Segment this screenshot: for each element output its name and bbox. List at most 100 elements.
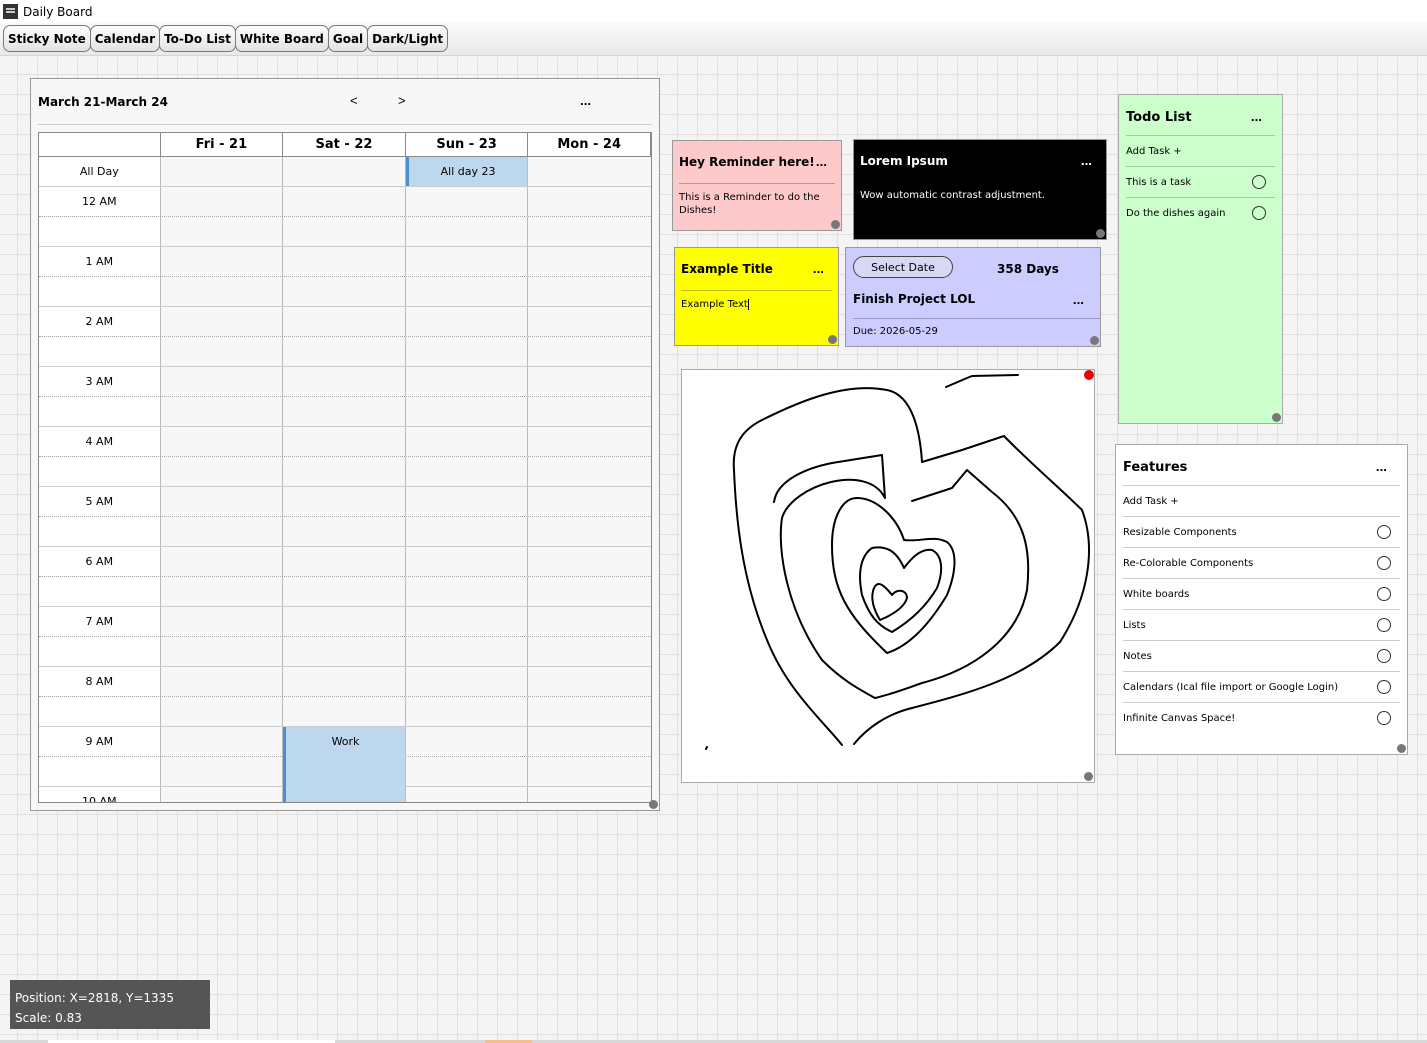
time-slot[interactable] bbox=[161, 607, 284, 636]
sticky-note-lorem[interactable]: Lorem Ipsum ... Wow automatic contrast a… bbox=[853, 139, 1107, 240]
time-slot[interactable] bbox=[283, 547, 406, 576]
todo-list-button[interactable]: To-Do List bbox=[159, 25, 236, 52]
time-slot[interactable] bbox=[161, 787, 284, 802]
time-slot[interactable] bbox=[406, 307, 529, 336]
goal-title[interactable]: Finish Project LOL bbox=[853, 292, 975, 306]
time-slot[interactable] bbox=[283, 517, 406, 546]
time-slot[interactable] bbox=[283, 667, 406, 696]
resize-handle[interactable] bbox=[828, 335, 837, 344]
resize-handle[interactable] bbox=[1397, 744, 1406, 753]
time-slot[interactable] bbox=[161, 397, 284, 426]
time-slot[interactable] bbox=[161, 667, 284, 696]
time-slot[interactable] bbox=[161, 277, 284, 306]
time-slot[interactable]: Work bbox=[283, 727, 406, 802]
time-slot[interactable] bbox=[283, 337, 406, 366]
note-menu-button[interactable]: ... bbox=[816, 154, 827, 169]
note-body[interactable]: Wow automatic contrast adjustment. bbox=[860, 189, 1088, 202]
note-title[interactable]: Lorem Ipsum bbox=[860, 154, 948, 168]
sticky-note-button[interactable]: Sticky Note bbox=[3, 25, 91, 52]
calendar-prev-button[interactable]: < bbox=[350, 93, 358, 108]
time-slot[interactable] bbox=[161, 517, 284, 546]
time-slot[interactable] bbox=[161, 367, 284, 396]
time-slot[interactable] bbox=[406, 547, 529, 576]
time-slot[interactable]: All day 23 bbox=[405, 157, 529, 186]
time-slot[interactable] bbox=[283, 247, 406, 276]
select-date-button[interactable]: Select Date bbox=[853, 256, 953, 278]
time-slot[interactable] bbox=[161, 727, 284, 756]
calendar-event[interactable]: All day 23 bbox=[405, 157, 528, 186]
time-slot[interactable] bbox=[283, 427, 406, 456]
whiteboard-color-dot[interactable] bbox=[1084, 370, 1094, 380]
time-slot[interactable] bbox=[406, 427, 529, 456]
resize-handle[interactable] bbox=[1090, 336, 1099, 345]
note-menu-button[interactable]: ... bbox=[813, 261, 824, 276]
task-checkbox[interactable] bbox=[1377, 556, 1391, 570]
time-slot[interactable] bbox=[283, 187, 406, 216]
calendar-button[interactable]: Calendar bbox=[89, 25, 161, 52]
time-slot[interactable] bbox=[528, 277, 651, 306]
calendar-next-button[interactable]: > bbox=[398, 93, 406, 108]
time-slot[interactable] bbox=[283, 367, 406, 396]
task-checkbox[interactable] bbox=[1252, 206, 1266, 220]
resize-handle[interactable] bbox=[831, 220, 840, 229]
time-slot[interactable] bbox=[528, 427, 651, 456]
note-menu-button[interactable]: ... bbox=[1081, 153, 1092, 168]
sticky-note-example[interactable]: Example Title ... Example Text bbox=[674, 247, 839, 346]
time-slot[interactable] bbox=[161, 457, 284, 486]
sticky-note-reminder[interactable]: Hey Reminder here! ... This is a Reminde… bbox=[672, 140, 842, 231]
time-slot[interactable] bbox=[283, 637, 406, 666]
time-slot[interactable] bbox=[528, 187, 651, 216]
task-checkbox[interactable] bbox=[1377, 525, 1391, 539]
time-slot[interactable] bbox=[528, 517, 651, 546]
add-task-button[interactable]: Add Task + bbox=[1126, 135, 1275, 166]
time-slot[interactable] bbox=[283, 307, 406, 336]
time-slot[interactable] bbox=[406, 457, 529, 486]
time-slot[interactable] bbox=[406, 397, 529, 426]
time-slot[interactable] bbox=[528, 397, 651, 426]
resize-handle[interactable] bbox=[1096, 229, 1105, 238]
time-slot[interactable] bbox=[406, 757, 529, 786]
time-slot[interactable] bbox=[406, 367, 529, 396]
time-slot[interactable] bbox=[161, 577, 284, 606]
time-slot[interactable] bbox=[406, 667, 529, 696]
time-slot[interactable] bbox=[406, 517, 529, 546]
task-checkbox[interactable] bbox=[1252, 175, 1266, 189]
note-body[interactable]: This is a Reminder to do the Dishes! bbox=[679, 191, 823, 217]
time-slot[interactable] bbox=[283, 157, 406, 186]
time-slot[interactable] bbox=[528, 697, 651, 726]
time-slot[interactable] bbox=[161, 187, 284, 216]
time-slot[interactable] bbox=[528, 487, 651, 516]
whiteboard[interactable] bbox=[681, 369, 1095, 783]
time-slot[interactable] bbox=[406, 727, 529, 756]
time-slot[interactable] bbox=[528, 307, 651, 336]
board-canvas[interactable]: March 21-March 24 < > ... Fri - 21 Sat -… bbox=[0, 57, 1427, 1043]
time-slot[interactable] bbox=[528, 547, 651, 576]
calendar-event[interactable]: Work bbox=[283, 727, 405, 802]
time-slot[interactable] bbox=[528, 337, 651, 366]
time-slot[interactable] bbox=[161, 337, 284, 366]
task-checkbox[interactable] bbox=[1377, 649, 1391, 663]
time-slot[interactable] bbox=[283, 217, 406, 246]
time-slot[interactable] bbox=[406, 787, 529, 802]
time-slot[interactable] bbox=[406, 337, 529, 366]
time-slot[interactable] bbox=[161, 307, 284, 336]
list-menu-button[interactable]: ... bbox=[1251, 109, 1262, 124]
task-checkbox[interactable] bbox=[1377, 711, 1391, 725]
time-slot[interactable] bbox=[528, 577, 651, 606]
time-slot[interactable] bbox=[283, 697, 406, 726]
time-slot[interactable] bbox=[406, 637, 529, 666]
task-checkbox[interactable] bbox=[1377, 587, 1391, 601]
goal-menu-button[interactable]: ... bbox=[1073, 292, 1084, 307]
task-checkbox[interactable] bbox=[1377, 680, 1391, 694]
time-slot[interactable] bbox=[406, 277, 529, 306]
time-slot[interactable] bbox=[283, 457, 406, 486]
time-slot[interactable] bbox=[283, 607, 406, 636]
time-slot[interactable] bbox=[528, 637, 651, 666]
time-slot[interactable] bbox=[406, 487, 529, 516]
time-slot[interactable] bbox=[283, 397, 406, 426]
todo-list-widget[interactable]: Todo List ... Add Task + This is a task … bbox=[1118, 94, 1283, 424]
goal-widget[interactable]: Select Date 358 Days Finish Project LOL … bbox=[845, 247, 1101, 347]
time-slot[interactable] bbox=[528, 157, 651, 186]
time-slot[interactable] bbox=[528, 727, 651, 756]
calendar-widget[interactable]: March 21-March 24 < > ... Fri - 21 Sat -… bbox=[30, 78, 660, 811]
